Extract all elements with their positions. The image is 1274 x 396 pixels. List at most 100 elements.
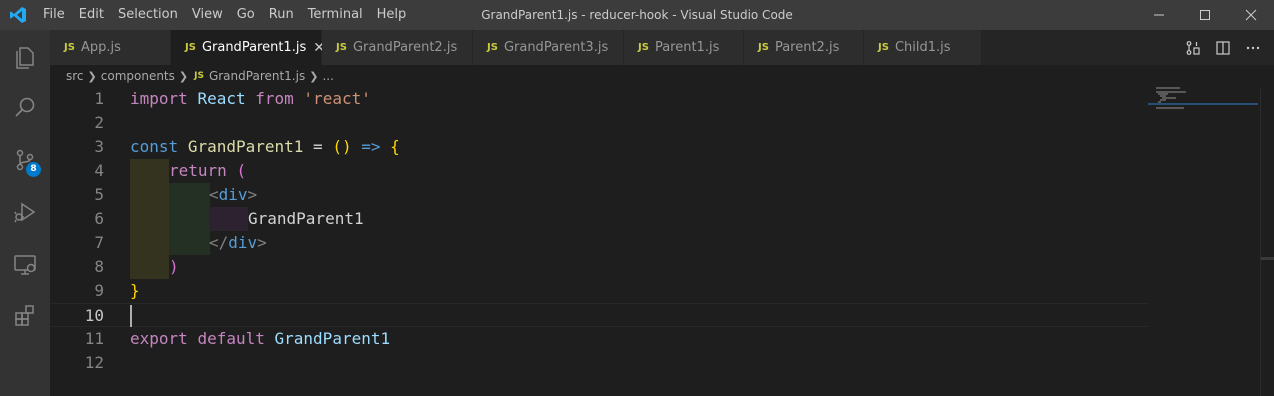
- line-number: 9: [94, 281, 104, 300]
- minimap-line: [1156, 87, 1180, 89]
- title-bar: File Edit Selection View Go Run Terminal…: [0, 0, 1274, 30]
- menu-bar: File Edit Selection View Go Run Terminal…: [36, 0, 413, 30]
- close-icon[interactable]: [1228, 0, 1274, 30]
- indent-guide: [169, 231, 210, 255]
- code-line-7: 7 </div>: [50, 231, 1148, 255]
- code-line-5: 5 <div>: [50, 183, 1148, 207]
- breadcrumb-components[interactable]: components: [101, 69, 175, 83]
- tab-label: GrandParent2.js: [352, 40, 458, 55]
- minimap-viewport-indicator[interactable]: [1148, 103, 1258, 105]
- remote-explorer-icon[interactable]: [0, 238, 50, 290]
- line-number: 1: [94, 89, 104, 108]
- line-number: 6: [94, 209, 104, 228]
- code-line-12: 12: [50, 351, 1148, 375]
- code-text: ): [169, 257, 179, 276]
- minimap-line: [1156, 107, 1184, 109]
- tab-label: App.js: [80, 40, 121, 55]
- minimap[interactable]: [1148, 87, 1258, 396]
- js-file-icon: JS: [336, 42, 347, 53]
- breadcrumb-file[interactable]: GrandParent1.js: [209, 69, 305, 83]
- menu-run[interactable]: Run: [262, 0, 301, 30]
- js-file-icon: JS: [487, 42, 498, 53]
- scrollbar-thumb[interactable]: [1261, 257, 1274, 260]
- split-editor-icon[interactable]: [1208, 30, 1238, 65]
- menu-view[interactable]: View: [185, 0, 230, 30]
- breadcrumb-src[interactable]: src: [66, 69, 84, 83]
- menu-help[interactable]: Help: [370, 0, 414, 30]
- minimize-icon[interactable]: [1136, 0, 1182, 30]
- text-cursor: [130, 305, 132, 327]
- more-actions-icon[interactable]: [1238, 30, 1268, 65]
- line-number: 3: [94, 137, 104, 156]
- tab-child1-js[interactable]: JS Child1.js: [864, 30, 982, 65]
- tab-grandparent1-js[interactable]: JS GrandParent1.js ✕: [171, 30, 325, 65]
- menu-go[interactable]: Go: [230, 0, 262, 30]
- line-number: 5: [94, 185, 104, 204]
- tab-label: Parent2.js: [774, 40, 840, 55]
- indent-guide: [169, 183, 210, 207]
- js-file-icon: JS: [185, 42, 196, 53]
- js-file-icon: JS: [638, 42, 649, 53]
- code-text: GrandParent1: [248, 209, 364, 228]
- tab-grandparent3-js[interactable]: JS GrandParent3.js: [473, 30, 624, 65]
- code-text: </div>: [209, 233, 267, 252]
- menu-selection[interactable]: Selection: [111, 0, 185, 30]
- breadcrumb-symbol[interactable]: ...: [322, 69, 333, 83]
- code-line-8: 8 ): [50, 255, 1148, 279]
- code-line-4: 4 return (: [50, 159, 1148, 183]
- source-control-badge: 8: [26, 162, 41, 177]
- line-number: 4: [94, 161, 104, 180]
- source-control-icon[interactable]: 8: [0, 134, 50, 186]
- editor-tab-bar: JS App.js JS GrandParent1.js ✕ JS GrandP…: [50, 30, 1274, 65]
- vertical-scrollbar[interactable]: [1260, 87, 1274, 396]
- tab-label: Child1.js: [894, 40, 951, 55]
- indent-guide: [130, 207, 169, 231]
- editor-actions: [1178, 30, 1268, 65]
- tab-grandparent2-js[interactable]: JS GrandParent2.js: [322, 30, 473, 65]
- tab-parent1-js[interactable]: JS Parent1.js: [624, 30, 744, 65]
- code-line-9: 9 }: [50, 279, 1148, 303]
- menu-file[interactable]: File: [36, 0, 72, 30]
- code-text: <div>: [209, 185, 258, 204]
- code-line-10-current: 10: [50, 303, 1148, 327]
- code-line-6: 6 GrandParent1: [50, 207, 1148, 231]
- activity-bar: 8: [0, 30, 50, 396]
- js-file-icon: JS: [64, 42, 75, 53]
- indent-guide: [130, 159, 169, 183]
- indent-guide: [209, 207, 248, 231]
- js-file-icon: JS: [878, 42, 889, 53]
- code-line-1: 1 import React from 'react': [50, 87, 1148, 111]
- code-line-2: 2: [50, 111, 1148, 135]
- line-number: 12: [84, 353, 104, 372]
- menu-edit[interactable]: Edit: [72, 0, 111, 30]
- menu-terminal[interactable]: Terminal: [301, 0, 370, 30]
- line-number: 8: [94, 257, 104, 276]
- code-editor[interactable]: 1 import React from 'react' 2 3 const Gr…: [50, 87, 1274, 396]
- code-line-11: 11 export default GrandParent1: [50, 327, 1148, 351]
- js-file-icon: JS: [758, 42, 769, 53]
- explorer-icon[interactable]: [0, 30, 50, 82]
- code-line-3: 3 const GrandParent1 = () => {: [50, 135, 1148, 159]
- tab-label: GrandParent1.js: [201, 40, 307, 55]
- code-text: }: [130, 281, 140, 300]
- line-number: 11: [84, 329, 104, 348]
- indent-guide: [169, 207, 210, 231]
- chevron-right-icon: ❯: [178, 69, 189, 83]
- chevron-right-icon: ❯: [87, 69, 97, 83]
- search-icon[interactable]: [0, 82, 50, 134]
- tab-app-js[interactable]: JS App.js: [50, 30, 171, 65]
- chevron-right-icon: ❯: [309, 69, 319, 83]
- tab-parent2-js[interactable]: JS Parent2.js: [744, 30, 864, 65]
- line-number: 2: [94, 113, 104, 132]
- code-text: const GrandParent1 = () => {: [130, 137, 400, 156]
- js-file-icon: JS: [194, 71, 204, 81]
- maximize-icon[interactable]: [1182, 0, 1228, 30]
- run-debug-icon[interactable]: [0, 186, 50, 238]
- line-number: 7: [94, 233, 104, 252]
- indent-guide: [130, 183, 169, 207]
- extensions-icon[interactable]: [0, 290, 50, 342]
- open-changes-icon[interactable]: [1178, 30, 1208, 65]
- breadcrumb: src ❯ components ❯ JS GrandParent1.js ❯ …: [50, 65, 1274, 87]
- tab-label: GrandParent3.js: [503, 40, 609, 55]
- code-text: export default GrandParent1: [130, 329, 391, 348]
